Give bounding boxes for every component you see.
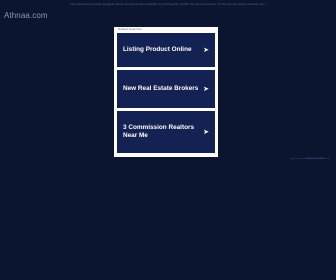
domain-title: Athnaa.com: [4, 11, 48, 20]
arrow-right-icon: ➤: [203, 85, 209, 93]
disclaimer-text: The Sponsored Listings displayed above a…: [70, 2, 266, 6]
search-link-label: 3 Commission Realtors Near Me: [123, 124, 195, 139]
search-link-label: New Real Estate Brokers: [123, 85, 199, 92]
search-link-listing-product-online[interactable]: Listing Product Online ➤: [117, 33, 215, 67]
privacy-policy-link[interactable]: Privacy Policy: [306, 156, 325, 160]
related-searches-panel: Related Searches Listing Product Online …: [114, 27, 218, 157]
search-link-3-commission-realtors[interactable]: 3 Commission Realtors Near Me ➤: [117, 111, 215, 153]
arrow-right-icon: ➤: [203, 46, 209, 54]
search-link-label: Listing Product Online: [123, 46, 192, 53]
panel-header: Related Searches: [118, 27, 142, 31]
arrow-right-icon: ➤: [203, 128, 209, 136]
search-link-new-real-estate-brokers[interactable]: New Real Estate Brokers ➤: [117, 70, 215, 108]
